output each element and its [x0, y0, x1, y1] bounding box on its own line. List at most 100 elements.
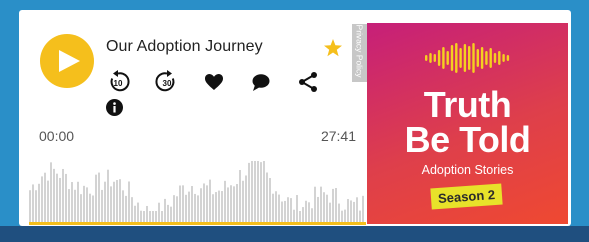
star-icon[interactable] — [323, 38, 343, 58]
elapsed-time: 00:00 — [39, 128, 75, 144]
waveform-bar — [200, 188, 202, 223]
waveform-bar — [68, 189, 70, 223]
waveform-bar — [203, 183, 205, 223]
artwork-title-line1: Truth — [423, 84, 512, 125]
waveform-bar — [44, 172, 46, 223]
waveform-bar — [317, 196, 319, 223]
waveform-bar — [110, 186, 112, 223]
waveform-bar — [215, 192, 217, 223]
waveform-bar — [266, 172, 268, 223]
waveform-bar — [260, 162, 262, 223]
waveform-bar — [239, 170, 241, 223]
waveform-bar — [323, 192, 325, 223]
privacy-policy-label: Privacy Policy — [354, 24, 365, 78]
artwork-title-line2: Be Told — [404, 119, 531, 160]
soundwave-logo-bar — [450, 45, 454, 71]
waveform-bar — [311, 208, 313, 223]
rewind-10-icon[interactable]: 10 — [106, 70, 130, 94]
season-badge: Season 2 — [430, 183, 503, 210]
waveform-bar — [128, 181, 130, 223]
total-duration: 27:41 — [320, 128, 356, 144]
waveform-bar — [77, 181, 79, 223]
soundwave-logo-bar — [437, 50, 441, 66]
waveform-bar — [293, 209, 295, 223]
waveform-bar — [83, 185, 85, 223]
waveform-bar — [218, 190, 220, 223]
waveform-bar — [227, 187, 229, 223]
waveform-bar — [302, 207, 304, 223]
soundwave-logo-bar — [502, 54, 505, 62]
artwork-subtitle: Adoption Stories — [421, 163, 514, 177]
waveform-bar — [275, 191, 277, 223]
waveform-bar — [53, 168, 55, 223]
play-button[interactable] — [40, 34, 94, 88]
soundwave-logo-bar — [425, 55, 428, 61]
waveform-bar — [320, 186, 322, 223]
soundwave-logo-bar — [442, 47, 445, 69]
soundwave-logo-bar — [472, 43, 475, 73]
waveform-bar — [158, 202, 160, 223]
waveform-bar — [332, 188, 334, 223]
waveform-bar — [350, 200, 352, 223]
waveform-bar — [242, 180, 244, 223]
waveform-bar — [47, 180, 49, 223]
waveform-scrubber[interactable] — [29, 158, 365, 223]
soundwave-logo-bar — [429, 53, 432, 63]
soundwave-logo-bar — [489, 48, 492, 68]
soundwave-logo-bar — [459, 48, 462, 68]
waveform-bar — [224, 180, 226, 223]
waveform-bar — [254, 161, 256, 223]
waveform-bar — [98, 172, 100, 223]
waveform-bar — [221, 191, 223, 223]
waveform-bar — [248, 162, 250, 223]
soundwave-logo-bar — [498, 51, 501, 65]
waveform-bar — [314, 186, 316, 223]
forward-30-icon[interactable]: 30 — [155, 70, 179, 94]
soundwave-logo-bar — [463, 44, 467, 72]
heart-icon[interactable] — [202, 70, 226, 94]
waveform-bar — [338, 203, 340, 223]
soundwave-logo-bar — [476, 49, 479, 67]
waveform-bar — [176, 196, 178, 223]
page-footer-band — [0, 226, 589, 242]
waveform-bar — [170, 206, 172, 223]
rewind-10-label: 10 — [114, 79, 123, 88]
waveform-bar — [206, 185, 208, 223]
info-icon[interactable] — [106, 99, 123, 116]
waveform-bar — [50, 162, 52, 223]
waveform-bar — [62, 168, 64, 223]
waveform-bar — [125, 195, 127, 223]
waveform-bar — [272, 193, 274, 223]
comment-icon[interactable] — [249, 70, 273, 94]
waveform-bar — [56, 173, 58, 223]
waveform-bar — [197, 195, 199, 223]
forward-30-label: 30 — [163, 79, 172, 88]
waveform-bar — [59, 177, 61, 223]
waveform-bar — [101, 189, 103, 223]
podcast-player: Our Adoption Journey 10 30 00:00 27:41 P… — [19, 10, 571, 226]
soundwave-logo-bar — [455, 43, 458, 73]
waveform-bar — [182, 185, 184, 223]
waveform-bar — [65, 173, 67, 223]
waveform-bar — [71, 182, 73, 223]
waveform-bar — [236, 184, 238, 223]
soundwave-logo-bar — [446, 51, 449, 65]
privacy-policy-link[interactable]: Privacy Policy — [352, 24, 367, 82]
waveform-bar — [305, 200, 307, 223]
soundwave-logo-bar — [433, 54, 436, 62]
waveform-bar — [38, 183, 40, 223]
waveform-bar — [269, 178, 271, 223]
waveform-bar — [194, 193, 196, 223]
waveform-bar — [137, 202, 139, 223]
waveform-bar — [245, 175, 247, 223]
waveform-bar — [329, 202, 331, 223]
waveform-bar — [290, 198, 292, 223]
waveform-bar — [191, 186, 193, 223]
waveform-bar — [116, 180, 118, 223]
waveform-bar — [134, 205, 136, 223]
waveform-bar — [167, 204, 169, 223]
waveform-bar — [41, 176, 43, 223]
waveform-bar — [122, 190, 124, 223]
share-icon[interactable] — [296, 70, 320, 94]
soundwave-logo-icon — [425, 43, 510, 73]
